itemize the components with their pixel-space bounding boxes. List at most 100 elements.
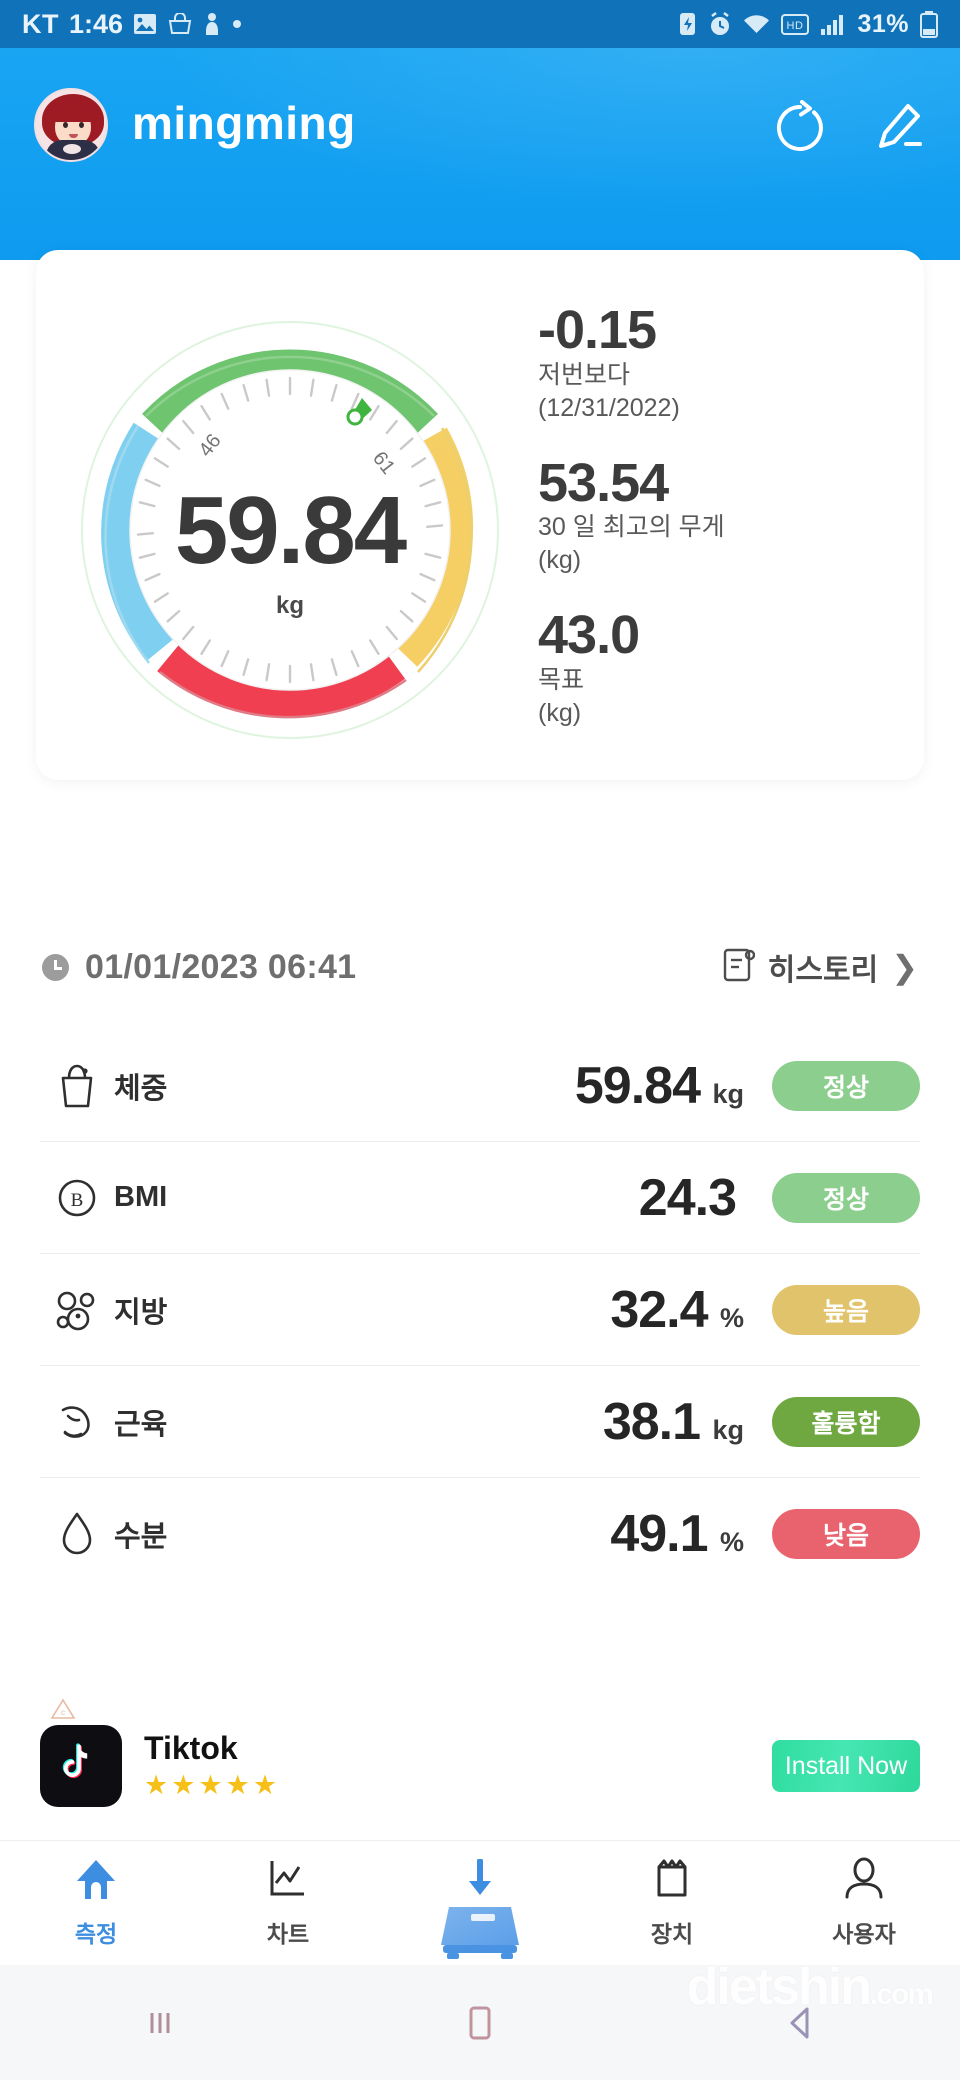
- wifi-icon: [743, 13, 770, 36]
- avatar-eye-right: [79, 122, 84, 128]
- svg-text:B: B: [71, 1190, 84, 1211]
- photo-icon: [133, 13, 157, 35]
- battery-percent: 31%: [857, 9, 909, 38]
- status-badge: 훌륭함: [772, 1396, 920, 1447]
- ad-rating-stars: ★★★★★: [144, 1770, 281, 1801]
- stat-column: -0.15 저번보다 (12/31/2022) 53.54 30 일 최고의 무…: [530, 280, 924, 760]
- shopping-bag-icon: [167, 13, 193, 35]
- bottom-nav-item-scale[interactable]: [384, 1841, 576, 1965]
- timestamp-group: 01/01/2023 06:41: [42, 948, 356, 987]
- stat-best30: 53.54 30 일 최고의 무게 (kg): [538, 454, 924, 578]
- install-now-button[interactable]: Install Now: [772, 1740, 920, 1792]
- status-bar-right: HD 31%: [678, 10, 938, 39]
- weight-scale-icon: [40, 1062, 114, 1110]
- back-triangle-icon[interactable]: [640, 2003, 960, 2043]
- android-nav-bar: dietshin.com: [0, 1958, 960, 2080]
- chart-line-icon: [265, 1857, 311, 1906]
- measurement-timestamp: 01/01/2023 06:41: [85, 947, 357, 986]
- metrics-list: 체중 59.84 kg 정상 B BMI 24.3 정상 지방 32.4 % 높…: [0, 1030, 960, 1590]
- metric-name: 지방: [114, 1296, 168, 1329]
- status-badge: 정상: [772, 1060, 920, 1111]
- home-square-icon[interactable]: [320, 2003, 640, 2043]
- water-drop-icon: [40, 1510, 114, 1558]
- avatar-eye-left: [63, 122, 68, 128]
- device-clipboard-icon: [650, 1857, 694, 1906]
- table-row[interactable]: 체중 59.84 kg 정상: [40, 1030, 920, 1142]
- fat-cells-icon: [40, 1288, 114, 1332]
- signal-icon: [820, 13, 846, 36]
- bottom-nav-item-device[interactable]: 장치: [576, 1841, 768, 1965]
- history-doc-icon: [723, 947, 755, 988]
- metric-value-group: 24.3: [344, 1168, 772, 1228]
- tiktok-icon: [40, 1725, 122, 1807]
- status-badge: 정상: [772, 1172, 920, 1223]
- carrier-label: KT: [22, 8, 59, 39]
- ad-choices-icon[interactable]: c: [50, 1698, 76, 1720]
- metric-value-group: 49.1 %: [344, 1504, 772, 1564]
- username-label: mingming: [132, 97, 356, 149]
- gauge-section: 46 61 59.84 kg -0.15 저번보다 (12/31/2022) 5…: [36, 258, 924, 780]
- stat-change-value: -0.15: [538, 300, 657, 360]
- timestamp-row: 01/01/2023 06:41 히스토리 ❯: [0, 945, 960, 989]
- metric-value-group: 38.1 kg: [344, 1392, 772, 1452]
- status-bar-left: KT 1:46: [22, 9, 243, 40]
- bottom-nav-item-user[interactable]: 사용자: [768, 1841, 960, 1965]
- weight-gauge[interactable]: 46 61 59.84 kg: [50, 280, 530, 780]
- metric-value: 32.4: [610, 1280, 708, 1339]
- stat-change-label: 저번보다: [538, 360, 631, 389]
- metric-value: 24.3: [638, 1168, 737, 1227]
- home-icon: [73, 1857, 119, 1906]
- bottom-nav-item-chart[interactable]: 차트: [192, 1841, 384, 1965]
- stat-goal-value: 43.0: [538, 605, 640, 666]
- bottom-nav-item-measure[interactable]: 측정: [0, 1841, 192, 1965]
- metric-name: 체중: [114, 1072, 168, 1105]
- status-badge: 낮음: [772, 1509, 920, 1559]
- hd-icon: HD: [781, 13, 810, 35]
- recents-icon[interactable]: [0, 2005, 320, 2041]
- table-row[interactable]: B BMI 24.3 정상: [40, 1142, 920, 1254]
- battery-icon: [920, 10, 938, 38]
- table-row[interactable]: 지방 32.4 % 높음: [40, 1254, 920, 1366]
- gauge-value: 59.84: [174, 477, 407, 584]
- ad-title: Tiktok: [144, 1729, 238, 1766]
- metric-name: 근육: [114, 1408, 168, 1441]
- stat-goal-label: 목표: [538, 666, 585, 695]
- metric-value: 49.1: [610, 1505, 708, 1563]
- svg-text:HD: HD: [787, 20, 804, 32]
- metric-value: 38.1: [602, 1392, 701, 1451]
- avatar[interactable]: [34, 88, 108, 162]
- stat-best30-unit: (kg): [538, 546, 582, 575]
- ad-banner[interactable]: c Tiktok ★★★★★ Install Now: [0, 1698, 960, 1812]
- bottom-nav-label-chart: 차트: [266, 1921, 310, 1947]
- table-row[interactable]: 수분 49.1 % 낮음: [40, 1478, 920, 1590]
- user-person-icon: [842, 1857, 886, 1906]
- metric-name: 수분: [114, 1521, 168, 1553]
- history-button[interactable]: 히스토리 ❯: [723, 945, 918, 989]
- chevron-right-icon: ❯: [891, 949, 918, 985]
- bottom-nav-label-user: 사용자: [832, 1921, 896, 1947]
- refresh-icon[interactable]: [772, 100, 828, 161]
- status-bar: KT 1:46 HD 31%: [0, 0, 960, 48]
- app-header: mingming: [0, 48, 960, 260]
- bottom-nav-label-measure: 측정: [74, 1921, 118, 1947]
- muscle-arm-icon: [40, 1399, 114, 1445]
- metric-unit: %: [719, 1302, 744, 1333]
- metric-unit: kg: [712, 1414, 744, 1445]
- scale-device-icon: [415, 1858, 545, 1969]
- stat-goal: 43.0 목표 (kg): [538, 607, 924, 730]
- table-row[interactable]: 근육 38.1 kg 훌륭함: [40, 1366, 920, 1478]
- metric-unit: %: [719, 1527, 744, 1557]
- avatar-fringe: [50, 102, 96, 122]
- battery-saver-icon: [678, 11, 697, 37]
- clock-icon: [42, 953, 69, 981]
- metric-unit: kg: [712, 1078, 744, 1109]
- bmi-icon: B: [40, 1175, 114, 1221]
- pencil-icon[interactable]: [870, 100, 926, 161]
- summary-card: 46 61 59.84 kg -0.15 저번보다 (12/31/2022) 5…: [36, 250, 924, 780]
- stat-goal-unit: (kg): [538, 699, 582, 728]
- metric-value-group: 32.4 %: [344, 1280, 772, 1340]
- dot-icon: [231, 18, 243, 30]
- avatar-collar: [63, 144, 81, 154]
- stat-best30-label: 30 일 최고의 무게: [538, 513, 725, 542]
- metric-value-group: 59.84 kg: [344, 1056, 772, 1116]
